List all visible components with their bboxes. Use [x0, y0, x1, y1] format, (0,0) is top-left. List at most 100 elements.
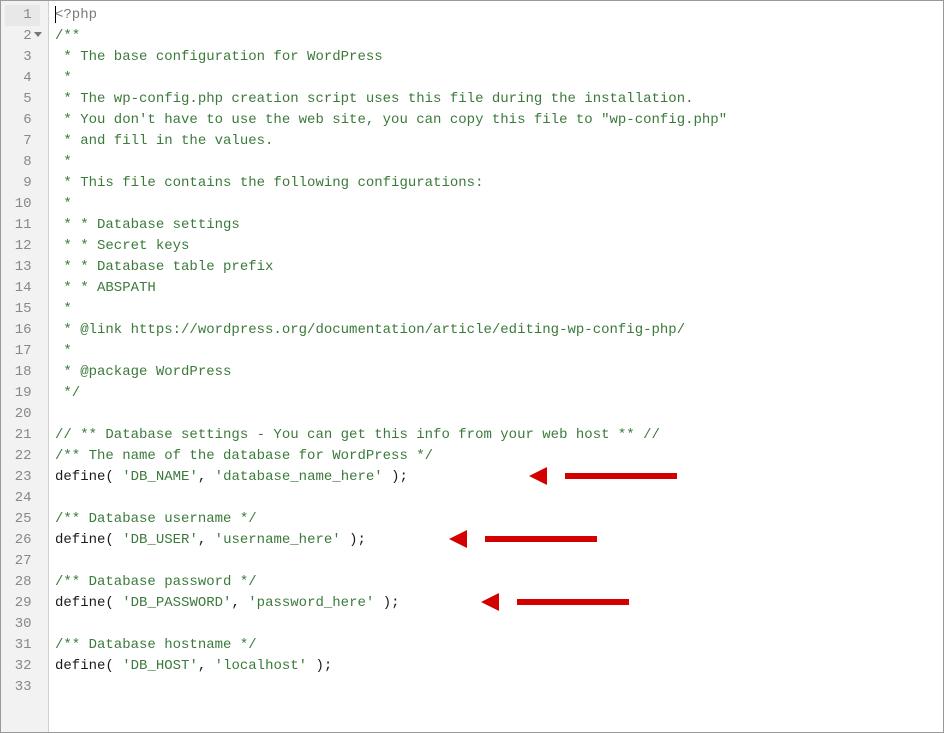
- line-number: 6: [5, 110, 40, 131]
- function-name: define: [55, 658, 105, 674]
- code-line[interactable]: [55, 551, 943, 572]
- block-comment: /** Database username */: [55, 511, 257, 527]
- block-comment: *: [55, 196, 72, 212]
- code-line[interactable]: /** Database password */: [55, 572, 943, 593]
- code-line[interactable]: * This file contains the following confi…: [55, 173, 943, 194]
- block-comment: * The base configuration for WordPress: [55, 49, 383, 65]
- block-comment: */: [55, 385, 80, 401]
- db-user-define[interactable]: define( 'DB_USER', 'username_here' );: [55, 530, 943, 551]
- code-line[interactable]: * * ABSPATH: [55, 278, 943, 299]
- code-line[interactable]: <?php: [55, 5, 943, 26]
- string-literal: 'password_here': [248, 595, 374, 611]
- line-number: 16: [5, 320, 40, 341]
- code-line[interactable]: * You don't have to use the web site, yo…: [55, 110, 943, 131]
- block-comment: *: [55, 154, 72, 170]
- line-number: 8: [5, 152, 40, 173]
- line-number: 4: [5, 68, 40, 89]
- fold-marker-icon[interactable]: [34, 32, 42, 37]
- block-comment: * * Database table prefix: [55, 259, 273, 275]
- code-editor[interactable]: 1 2 3 4 5 6 7 8 9 10 11 12 13 14 15 16 1…: [1, 1, 943, 732]
- line-number: 11: [5, 215, 40, 236]
- code-line[interactable]: /**: [55, 26, 943, 47]
- line-number: 7: [5, 131, 40, 152]
- block-comment: * * Secret keys: [55, 238, 189, 254]
- code-line[interactable]: *: [55, 152, 943, 173]
- code-line[interactable]: *: [55, 341, 943, 362]
- code-line[interactable]: * The wp-config.php creation script uses…: [55, 89, 943, 110]
- line-number: 3: [5, 47, 40, 68]
- line-number: 15: [5, 299, 40, 320]
- line-number: 5: [5, 89, 40, 110]
- block-comment: * * Database settings: [55, 217, 240, 233]
- code-line[interactable]: * and fill in the values.: [55, 131, 943, 152]
- code-line[interactable]: * * Secret keys: [55, 236, 943, 257]
- line-number: 2: [5, 26, 40, 47]
- code-line[interactable]: *: [55, 194, 943, 215]
- code-line[interactable]: * The base configuration for WordPress: [55, 47, 943, 68]
- block-comment: *: [55, 70, 72, 86]
- line-number: 20: [5, 404, 40, 425]
- string-literal: 'localhost': [215, 658, 307, 674]
- code-line[interactable]: *: [55, 299, 943, 320]
- line-number: 25: [5, 509, 40, 530]
- block-comment: * This file contains the following confi…: [55, 175, 483, 191]
- code-line[interactable]: // ** Database settings - You can get th…: [55, 425, 943, 446]
- block-comment: * @link https://wordpress.org/documentat…: [55, 322, 685, 338]
- code-line[interactable]: /** Database username */: [55, 509, 943, 530]
- line-number: 26: [5, 530, 40, 551]
- code-line[interactable]: /** Database hostname */: [55, 635, 943, 656]
- line-number: 24: [5, 488, 40, 509]
- block-comment: /** The name of the database for WordPre…: [55, 448, 433, 464]
- line-number: 10: [5, 194, 40, 215]
- code-line[interactable]: [55, 488, 943, 509]
- function-name: define: [55, 469, 105, 485]
- line-number: 22: [5, 446, 40, 467]
- code-line[interactable]: [55, 404, 943, 425]
- code-line[interactable]: * @package WordPress: [55, 362, 943, 383]
- string-literal: 'DB_NAME': [122, 469, 198, 485]
- line-number: 33: [5, 677, 40, 698]
- db-name-define[interactable]: define( 'DB_NAME', 'database_name_here' …: [55, 467, 943, 488]
- code-line[interactable]: [55, 677, 943, 698]
- code-line[interactable]: /** The name of the database for WordPre…: [55, 446, 943, 467]
- block-comment: * and fill in the values.: [55, 133, 273, 149]
- line-number: 1: [5, 5, 40, 26]
- block-comment: * You don't have to use the web site, yo…: [55, 112, 727, 128]
- function-name: define: [55, 532, 105, 548]
- line-comment: // ** Database settings - You can get th…: [55, 427, 660, 443]
- line-number: 12: [5, 236, 40, 257]
- line-number: 31: [5, 635, 40, 656]
- db-host-define[interactable]: define( 'DB_HOST', 'localhost' );: [55, 656, 943, 677]
- line-number: 32: [5, 656, 40, 677]
- line-number: 13: [5, 257, 40, 278]
- line-number: 18: [5, 362, 40, 383]
- code-line[interactable]: [55, 614, 943, 635]
- block-comment: * @package WordPress: [55, 364, 231, 380]
- line-number: 17: [5, 341, 40, 362]
- code-line[interactable]: * * Database table prefix: [55, 257, 943, 278]
- line-number: 27: [5, 551, 40, 572]
- block-comment: * * ABSPATH: [55, 280, 156, 296]
- string-literal: 'username_here': [215, 532, 341, 548]
- string-literal: 'DB_PASSWORD': [122, 595, 231, 611]
- code-area[interactable]: <?php /** * The base configuration for W…: [49, 1, 943, 732]
- db-password-define[interactable]: define( 'DB_PASSWORD', 'password_here' )…: [55, 593, 943, 614]
- string-literal: 'database_name_here': [215, 469, 383, 485]
- line-number: 30: [5, 614, 40, 635]
- line-number: 28: [5, 572, 40, 593]
- block-comment: *: [55, 301, 72, 317]
- line-number: 9: [5, 173, 40, 194]
- line-number-gutter: 1 2 3 4 5 6 7 8 9 10 11 12 13 14 15 16 1…: [1, 1, 49, 732]
- line-number: 14: [5, 278, 40, 299]
- line-number: 19: [5, 383, 40, 404]
- code-line[interactable]: */: [55, 383, 943, 404]
- code-line[interactable]: * @link https://wordpress.org/documentat…: [55, 320, 943, 341]
- block-comment: /** Database password */: [55, 574, 257, 590]
- line-number: 21: [5, 425, 40, 446]
- string-literal: 'DB_HOST': [122, 658, 198, 674]
- block-comment: /**: [55, 28, 80, 44]
- code-line[interactable]: * * Database settings: [55, 215, 943, 236]
- line-number: 23: [5, 467, 40, 488]
- code-line[interactable]: *: [55, 68, 943, 89]
- php-open-tag: <?php: [55, 7, 97, 23]
